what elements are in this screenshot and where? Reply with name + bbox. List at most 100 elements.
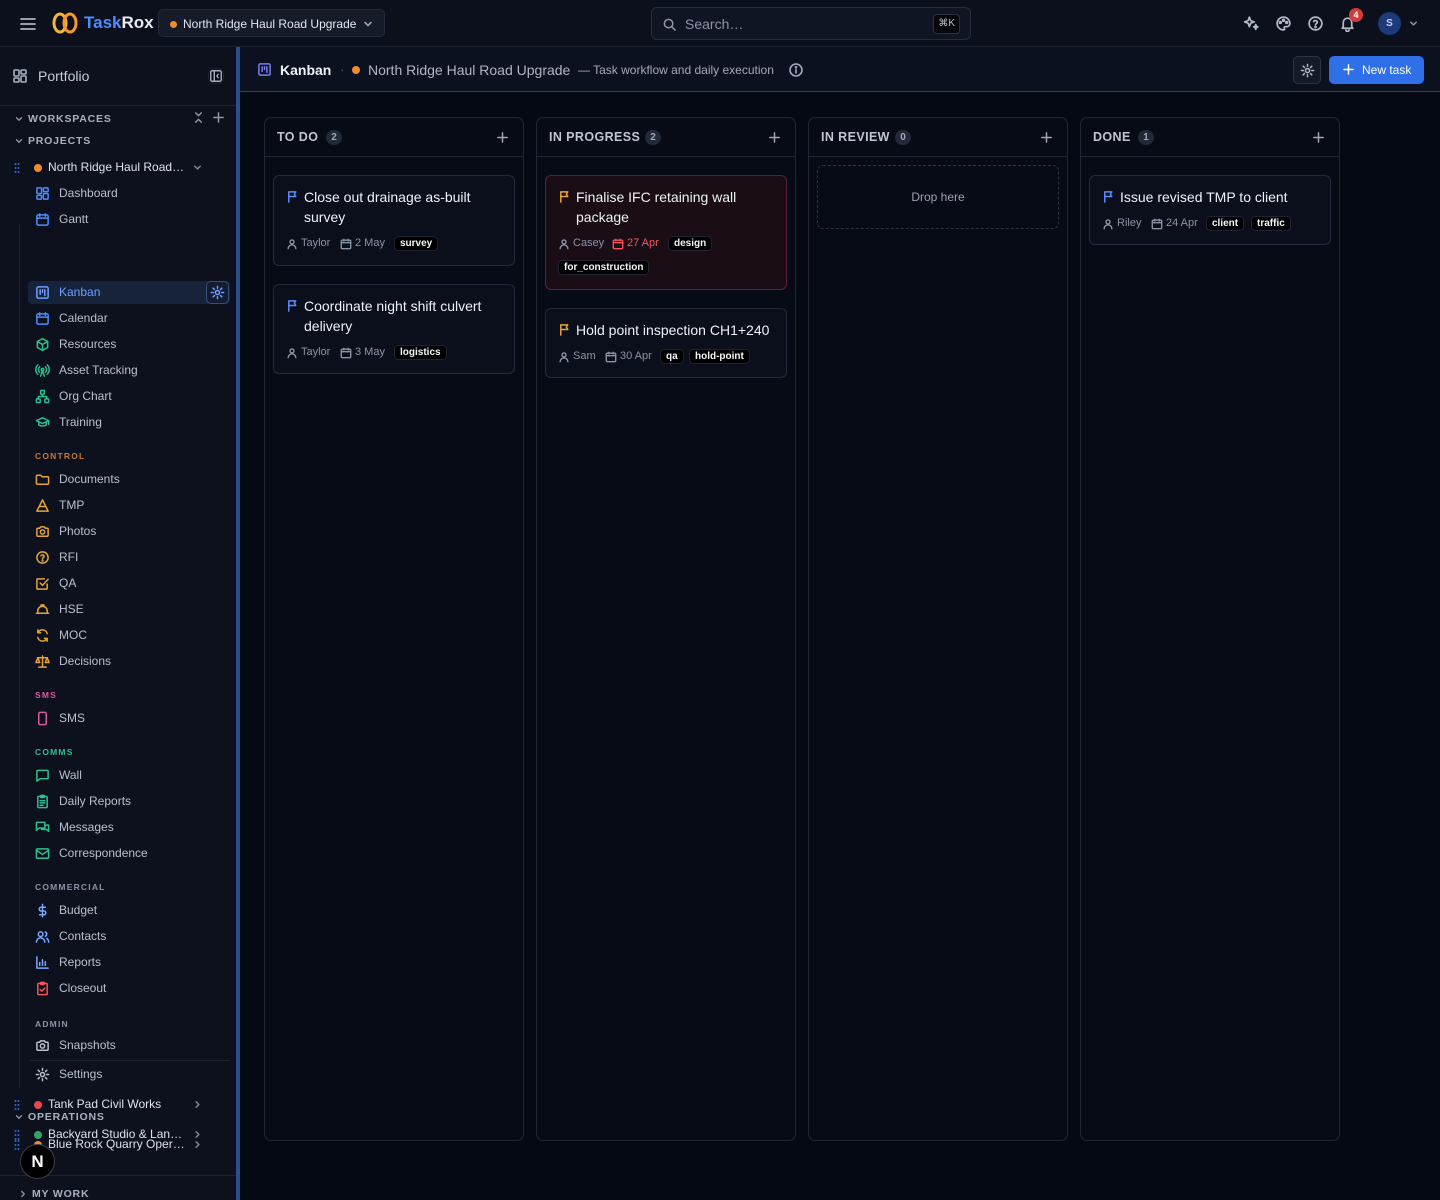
group-label-comms: COMMS bbox=[35, 747, 74, 757]
sidebar-item-moc[interactable]: MOC bbox=[28, 624, 230, 647]
calendar-icon bbox=[1151, 218, 1163, 230]
avatar[interactable]: S bbox=[1378, 12, 1401, 35]
search-bar[interactable]: Search… ⌘K bbox=[651, 7, 971, 40]
sidebar-item-daily-reports[interactable]: Daily Reports bbox=[28, 790, 230, 813]
card-tag[interactable]: survey bbox=[394, 236, 439, 251]
drag-handle-icon[interactable] bbox=[14, 1099, 20, 1111]
sidebar-item-reports[interactable]: Reports bbox=[28, 951, 230, 974]
card-due-date: 2 May bbox=[355, 237, 385, 249]
sidebar-item-hse[interactable]: HSE bbox=[28, 598, 230, 621]
sidebar-item-rfi[interactable]: RFI bbox=[28, 546, 230, 569]
tree-guide-line bbox=[19, 224, 20, 1088]
breadcrumb-project[interactable]: North Ridge Haul Road Upgrade bbox=[368, 62, 570, 78]
sidebar-item-messages[interactable]: Messages bbox=[28, 816, 230, 839]
project-picker-label: North Ridge Haul Road Upgrade bbox=[183, 17, 357, 31]
menu-icon[interactable] bbox=[18, 14, 38, 34]
new-task-button[interactable]: New task bbox=[1329, 56, 1424, 84]
card-title: Issue revised TMP to client bbox=[1120, 189, 1288, 205]
sidebar-item-training[interactable]: Training bbox=[28, 411, 230, 434]
sidebar-item-calendar[interactable]: Calendar bbox=[28, 307, 230, 330]
card-tag[interactable]: design bbox=[668, 236, 713, 251]
task-card[interactable]: Hold point inspection CH1+240 Sam 30 Apr… bbox=[545, 308, 787, 378]
task-card[interactable]: Coordinate night shift culvert delivery … bbox=[273, 284, 515, 374]
dollar-icon bbox=[38, 903, 47, 918]
card-assignee: Sam bbox=[573, 350, 596, 362]
sidebar-item-snapshots[interactable]: Snapshots bbox=[28, 1034, 230, 1057]
sidebar-item-org-chart[interactable]: Org Chart bbox=[28, 385, 230, 408]
sidebar-resize-handle[interactable] bbox=[236, 47, 240, 1200]
card-title: Close out drainage as-built survey bbox=[304, 189, 471, 225]
add-card-icon[interactable] bbox=[1040, 131, 1053, 144]
card-due-date: 30 Apr bbox=[620, 350, 652, 362]
add-card-icon[interactable] bbox=[1312, 131, 1325, 144]
task-card[interactable]: Close out drainage as-built survey Taylo… bbox=[273, 175, 515, 266]
project-row-north-ridge[interactable]: North Ridge Haul Road… bbox=[0, 156, 236, 180]
drop-zone[interactable]: Drop here bbox=[817, 165, 1059, 229]
app-launcher-button[interactable]: N bbox=[20, 1144, 55, 1179]
sidebar-item-budget[interactable]: Budget bbox=[28, 899, 230, 922]
check-square-icon bbox=[36, 578, 49, 590]
task-card[interactable]: Finalise IFC retaining wall package Case… bbox=[545, 175, 787, 290]
collapse-sidebar-icon[interactable] bbox=[208, 68, 224, 84]
sidebar-item-closeout[interactable]: Closeout bbox=[28, 977, 230, 1000]
org-chart-icon bbox=[35, 389, 50, 404]
gantt-icon bbox=[36, 213, 49, 226]
drag-handle-icon[interactable] bbox=[14, 1139, 20, 1151]
divider bbox=[30, 1060, 230, 1061]
sidebar-item-qa[interactable]: QA bbox=[28, 572, 230, 595]
sparkles-icon[interactable] bbox=[1243, 15, 1260, 32]
sidebar-item-correspondence[interactable]: Correspondence bbox=[28, 842, 230, 865]
card-tag[interactable]: qa bbox=[660, 349, 684, 364]
card-tag[interactable]: client bbox=[1206, 216, 1245, 231]
project-name: Tank Pad Civil Works bbox=[48, 1097, 162, 1111]
collapse-all-icon[interactable] bbox=[192, 111, 205, 124]
palette-icon[interactable] bbox=[1275, 15, 1292, 32]
chevron-down-icon bbox=[15, 139, 23, 143]
card-tag[interactable]: logistics bbox=[394, 345, 447, 360]
sidebar-item-dashboard[interactable]: Dashboard bbox=[28, 182, 230, 205]
flag-icon bbox=[560, 191, 569, 203]
sidebar-item-documents[interactable]: Documents bbox=[28, 468, 230, 491]
add-workspace-icon[interactable] bbox=[212, 111, 225, 124]
board-settings-button[interactable] bbox=[1293, 56, 1321, 84]
info-icon[interactable] bbox=[788, 62, 804, 78]
project-picker[interactable]: North Ridge Haul Road Upgrade bbox=[158, 9, 385, 37]
chevron-right-icon[interactable] bbox=[192, 1099, 203, 1110]
sidebar-item-gantt[interactable]: Gantt bbox=[28, 208, 230, 231]
task-card[interactable]: Issue revised TMP to client Riley 24 Apr… bbox=[1089, 175, 1331, 245]
column-header: TO DO 2 bbox=[265, 118, 523, 157]
card-tag[interactable]: hold-point bbox=[689, 349, 750, 364]
sidebar-title[interactable]: Portfolio bbox=[38, 68, 89, 84]
drag-handle-icon[interactable] bbox=[14, 162, 20, 174]
kanban-settings-button[interactable] bbox=[206, 281, 229, 304]
dashboard-icon bbox=[36, 187, 49, 200]
project-name: Blue Rock Quarry Oper… bbox=[48, 1137, 185, 1151]
sidebar-item-wall[interactable]: Wall bbox=[28, 764, 230, 787]
help-icon[interactable] bbox=[1307, 15, 1324, 32]
users-icon bbox=[35, 931, 50, 943]
sidebar-item-decisions[interactable]: Decisions bbox=[28, 650, 230, 673]
card-tag[interactable]: traffic bbox=[1251, 216, 1291, 231]
sidebar-item-tmp[interactable]: TMP bbox=[28, 494, 230, 517]
search-icon bbox=[663, 18, 676, 31]
project-color-dot bbox=[352, 66, 360, 74]
add-card-icon[interactable] bbox=[496, 131, 509, 144]
column-count: 1 bbox=[1138, 130, 1154, 145]
card-tag[interactable]: for_construction bbox=[558, 260, 650, 275]
sidebar-item-resources[interactable]: Resources bbox=[28, 333, 230, 356]
message-square-icon bbox=[36, 769, 49, 782]
gear-icon bbox=[35, 1067, 50, 1082]
sidebar-item-settings[interactable]: Settings bbox=[28, 1063, 230, 1086]
sidebar-item-asset-tracking[interactable]: Asset Tracking bbox=[28, 359, 230, 382]
add-card-icon[interactable] bbox=[768, 131, 781, 144]
sidebar-item-kanban-active[interactable]: Kanban bbox=[28, 281, 230, 304]
card-title: Hold point inspection CH1+240 bbox=[576, 322, 770, 338]
chevron-right-icon[interactable] bbox=[192, 1139, 203, 1150]
sidebar-item-photos[interactable]: Photos bbox=[28, 520, 230, 543]
chevron-down-icon[interactable] bbox=[1408, 18, 1419, 29]
chevron-down-icon[interactable] bbox=[192, 162, 203, 173]
brand-name[interactable]: TaskRox bbox=[84, 13, 154, 33]
user-icon bbox=[287, 348, 297, 359]
sidebar-item-sms[interactable]: SMS bbox=[28, 707, 230, 730]
sidebar-item-contacts[interactable]: Contacts bbox=[28, 925, 230, 948]
